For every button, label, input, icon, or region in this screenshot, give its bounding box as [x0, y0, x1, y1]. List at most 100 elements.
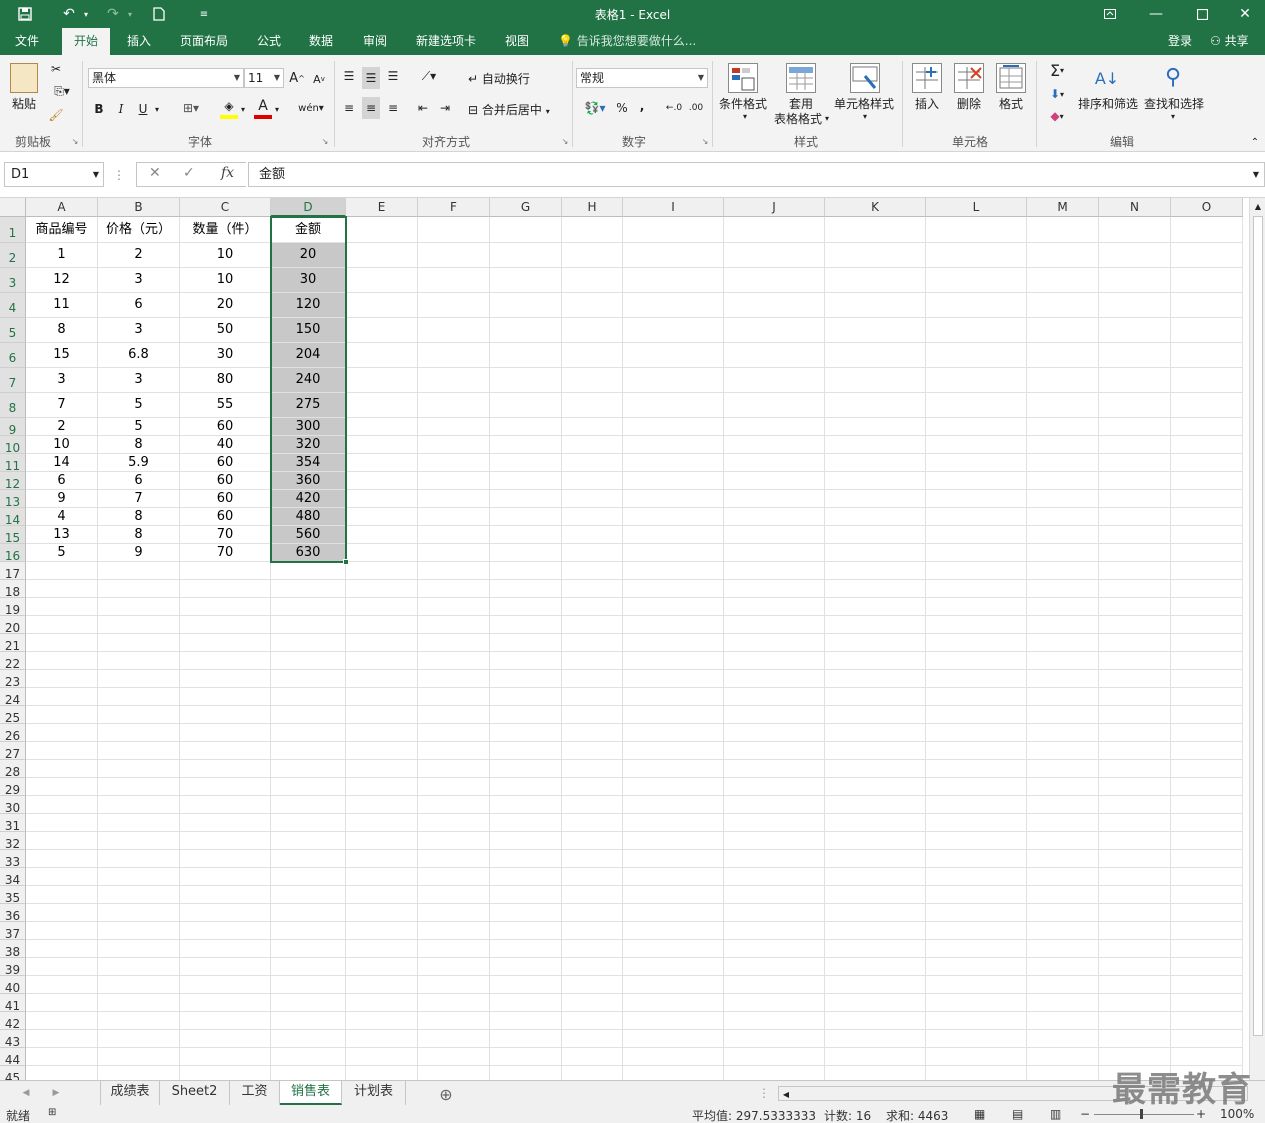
cell-f3[interactable]	[418, 268, 490, 293]
cell-b22[interactable]	[98, 652, 180, 670]
cell-f45[interactable]	[418, 1066, 490, 1080]
cell-l44[interactable]	[926, 1048, 1027, 1066]
cell-g34[interactable]	[490, 868, 562, 886]
cell-e28[interactable]	[346, 760, 418, 778]
cell-k2[interactable]	[825, 243, 926, 268]
format-cells-icon[interactable]	[996, 63, 1026, 93]
cell-a11[interactable]: 14	[26, 454, 98, 472]
cell-h11[interactable]	[562, 454, 623, 472]
cell-b3[interactable]: 3	[98, 268, 180, 293]
cell-m34[interactable]	[1027, 868, 1099, 886]
cancel-icon[interactable]: ✕	[149, 165, 161, 181]
cell-i3[interactable]	[623, 268, 724, 293]
conditional-format-button[interactable]: 条件格式	[716, 95, 770, 111]
cell-e11[interactable]	[346, 454, 418, 472]
cell-b23[interactable]	[98, 670, 180, 688]
cell-l8[interactable]	[926, 393, 1027, 418]
cell-e21[interactable]	[346, 634, 418, 652]
cell-g20[interactable]	[490, 616, 562, 634]
cell-h43[interactable]	[562, 1030, 623, 1048]
formula-bar-handle[interactable]: ⋮	[113, 166, 125, 184]
cell-j40[interactable]	[724, 976, 825, 994]
cell-m1[interactable]	[1027, 217, 1099, 243]
cell-l29[interactable]	[926, 778, 1027, 796]
cell-o30[interactable]	[1171, 796, 1243, 814]
cell-g42[interactable]	[490, 1012, 562, 1030]
column-header-b[interactable]: B	[98, 198, 180, 217]
cell-e33[interactable]	[346, 850, 418, 868]
sheet-tab-sales[interactable]: 销售表	[280, 1081, 342, 1105]
cell-n2[interactable]	[1099, 243, 1171, 268]
cell-e30[interactable]	[346, 796, 418, 814]
cell-g15[interactable]	[490, 526, 562, 544]
cell-a4[interactable]: 11	[26, 293, 98, 318]
cell-j13[interactable]	[724, 490, 825, 508]
cell-i25[interactable]	[623, 706, 724, 724]
next-sheet-icon[interactable]: ▶	[50, 1086, 62, 1100]
find-select-icon[interactable]: ⚲	[1158, 61, 1188, 93]
cell-h26[interactable]	[562, 724, 623, 742]
cell-b29[interactable]	[98, 778, 180, 796]
cell-l36[interactable]	[926, 904, 1027, 922]
cell-f29[interactable]	[418, 778, 490, 796]
row-header[interactable]: 19	[0, 598, 26, 617]
wrap-text-button[interactable]: ↵ 自动换行	[468, 70, 530, 87]
cell-g21[interactable]	[490, 634, 562, 652]
cell-b2[interactable]: 2	[98, 243, 180, 268]
cell-c32[interactable]	[180, 832, 271, 850]
cell-h8[interactable]	[562, 393, 623, 418]
cell-m10[interactable]	[1027, 436, 1099, 454]
cell-n34[interactable]	[1099, 868, 1171, 886]
cell-i2[interactable]	[623, 243, 724, 268]
insert-cells-button[interactable]: 插入	[908, 95, 946, 111]
column-header-o[interactable]: O	[1171, 198, 1243, 217]
cell-m30[interactable]	[1027, 796, 1099, 814]
cell-c20[interactable]	[180, 616, 271, 634]
cell-e45[interactable]	[346, 1066, 418, 1080]
select-all-corner[interactable]	[0, 198, 26, 217]
cell-j41[interactable]	[724, 994, 825, 1012]
cell-j29[interactable]	[724, 778, 825, 796]
cell-j6[interactable]	[724, 343, 825, 368]
cell-n39[interactable]	[1099, 958, 1171, 976]
row-header[interactable]: 3	[0, 268, 26, 293]
cell-f9[interactable]	[418, 418, 490, 436]
cell-a37[interactable]	[26, 922, 98, 940]
cell-f27[interactable]	[418, 742, 490, 760]
row-header[interactable]: 22	[0, 652, 26, 671]
cell-i35[interactable]	[623, 886, 724, 904]
cell-a22[interactable]	[26, 652, 98, 670]
enter-icon[interactable]: ✓	[183, 165, 195, 181]
cell-c13[interactable]: 60	[180, 490, 271, 508]
cell-m26[interactable]	[1027, 724, 1099, 742]
cell-g6[interactable]	[490, 343, 562, 368]
merge-center-button[interactable]: ⊟ 合并后居中 ▾	[468, 101, 550, 118]
column-header-h[interactable]: H	[562, 198, 623, 217]
cell-a29[interactable]	[26, 778, 98, 796]
cell-c2[interactable]: 10	[180, 243, 271, 268]
cell-o26[interactable]	[1171, 724, 1243, 742]
cell-a25[interactable]	[26, 706, 98, 724]
cell-e3[interactable]	[346, 268, 418, 293]
cell-b18[interactable]	[98, 580, 180, 598]
cell-a38[interactable]	[26, 940, 98, 958]
cell-h33[interactable]	[562, 850, 623, 868]
cell-g2[interactable]	[490, 243, 562, 268]
cell-i11[interactable]	[623, 454, 724, 472]
font-size-select[interactable]: 11 ▼	[244, 68, 284, 88]
cell-k23[interactable]	[825, 670, 926, 688]
cell-k11[interactable]	[825, 454, 926, 472]
cell-b4[interactable]: 6	[98, 293, 180, 318]
cell-e13[interactable]	[346, 490, 418, 508]
cell-f19[interactable]	[418, 598, 490, 616]
cell-e1[interactable]	[346, 217, 418, 243]
cell-j33[interactable]	[724, 850, 825, 868]
cell-h9[interactable]	[562, 418, 623, 436]
cell-b41[interactable]	[98, 994, 180, 1012]
cell-m14[interactable]	[1027, 508, 1099, 526]
cell-d10[interactable]: 320	[271, 436, 346, 454]
cell-b28[interactable]	[98, 760, 180, 778]
cell-b34[interactable]	[98, 868, 180, 886]
cell-l11[interactable]	[926, 454, 1027, 472]
cell-e34[interactable]	[346, 868, 418, 886]
